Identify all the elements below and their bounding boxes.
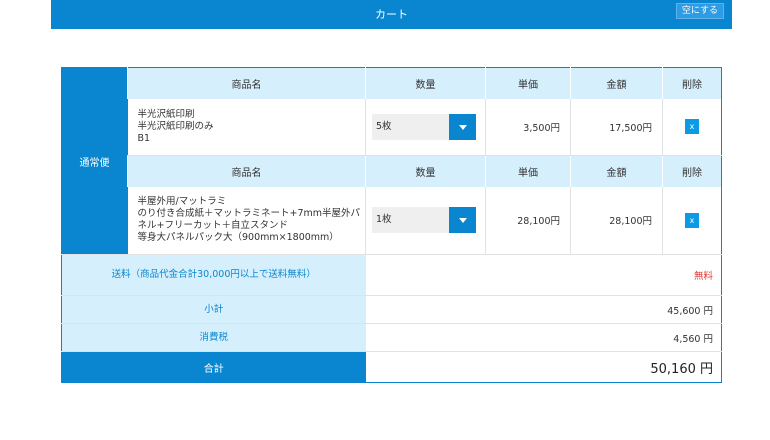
cart-table: 通常便 商品名 数量 単価 金額 削除 半光沢紙印刷 半光沢紙印刷のみ B1 5… xyxy=(61,67,722,383)
item-delete-cell: x xyxy=(662,98,722,156)
item-name-line: 等身大パネルパック大（900mm×1800mm） xyxy=(137,232,339,244)
cart-header: カート 空にする xyxy=(51,0,732,29)
quantity-select[interactable]: 5枚 xyxy=(372,113,476,140)
item-qty-cell: 1枚 xyxy=(365,186,486,255)
total-row: 合計 50,160 円 xyxy=(61,351,722,383)
item-amount: 17,500円 xyxy=(570,98,663,156)
item-name-line: のり付き合成紙＋マットラミネート+7mm半屋外パ xyxy=(137,208,361,220)
subtotal-row: 小計 45,600 円 xyxy=(61,295,722,324)
quantity-value: 1枚 xyxy=(376,214,392,226)
column-header-amount: 金額 xyxy=(570,67,663,99)
item-name-line: 半屋外用/マットラミ xyxy=(137,196,227,208)
delete-item-button[interactable]: x xyxy=(685,212,699,228)
tax-label: 消費税 xyxy=(61,323,366,352)
delete-item-button[interactable]: x xyxy=(685,119,699,135)
total-label: 合計 xyxy=(61,351,366,383)
column-header-name: 商品名 xyxy=(127,67,366,99)
column-header-name: 商品名 xyxy=(127,155,366,187)
column-header-unit-price: 単価 xyxy=(485,155,571,187)
column-header-qty: 数量 xyxy=(365,67,486,99)
tax-row: 消費税 4,560 円 xyxy=(61,323,722,352)
item-name: 半光沢紙印刷 半光沢紙印刷のみ B1 xyxy=(127,98,366,156)
column-header-qty: 数量 xyxy=(365,155,486,187)
column-header-row: 商品名 数量 単価 金額 削除 xyxy=(62,155,722,187)
item-delete-cell: x xyxy=(662,186,722,255)
column-header-delete: 削除 xyxy=(662,67,722,99)
shipping-fee-row: 送料（商品代金合計30,000円以上で送料無料） 無料 xyxy=(61,254,722,296)
cart-item-row: 半屋外用/マットラミ のり付き合成紙＋マットラミネート+7mm半屋外パ ネル+フ… xyxy=(62,186,722,255)
item-name-line: 半光沢紙印刷のみ xyxy=(137,120,214,132)
subtotal-value: 45,600 円 xyxy=(365,295,722,324)
column-header-unit-price: 単価 xyxy=(485,67,571,99)
column-header-amount: 金額 xyxy=(570,155,663,187)
subtotal-label: 小計 xyxy=(61,295,366,324)
shipping-fee-label: 送料（商品代金合計30,000円以上で送料無料） xyxy=(61,254,366,296)
item-name-line: ネル+フリーカット＋自立スタンド xyxy=(137,220,288,232)
cart-title: カート xyxy=(375,8,408,21)
empty-cart-button[interactable]: 空にする xyxy=(675,3,724,19)
shipping-type-label: 通常便 xyxy=(61,67,128,255)
chevron-down-icon[interactable] xyxy=(449,113,476,140)
shipping-fee-value: 無料 xyxy=(365,254,722,296)
quantity-value: 5枚 xyxy=(376,120,392,132)
item-name-line: B1 xyxy=(137,132,151,144)
item-unit-price: 3,500円 xyxy=(485,98,571,156)
cart-item-row: 半光沢紙印刷 半光沢紙印刷のみ B1 5枚 3,500円 17,500円 x xyxy=(62,98,722,156)
column-header-row: 通常便 商品名 数量 単価 金額 削除 xyxy=(61,67,722,255)
item-name: 半屋外用/マットラミ のり付き合成紙＋マットラミネート+7mm半屋外パ ネル+フ… xyxy=(127,186,366,255)
shipping-free-text: 無料 xyxy=(693,271,713,282)
chevron-down-icon[interactable] xyxy=(449,207,476,234)
item-qty-cell: 5枚 xyxy=(365,98,486,156)
quantity-select[interactable]: 1枚 xyxy=(372,207,476,234)
item-unit-price: 28,100円 xyxy=(485,186,571,255)
item-name-line: 半光沢紙印刷 xyxy=(137,108,195,120)
item-amount: 28,100円 xyxy=(570,186,663,255)
tax-value: 4,560 円 xyxy=(365,323,722,352)
total-value: 50,160 円 xyxy=(365,351,722,383)
column-header-delete: 削除 xyxy=(662,155,722,187)
